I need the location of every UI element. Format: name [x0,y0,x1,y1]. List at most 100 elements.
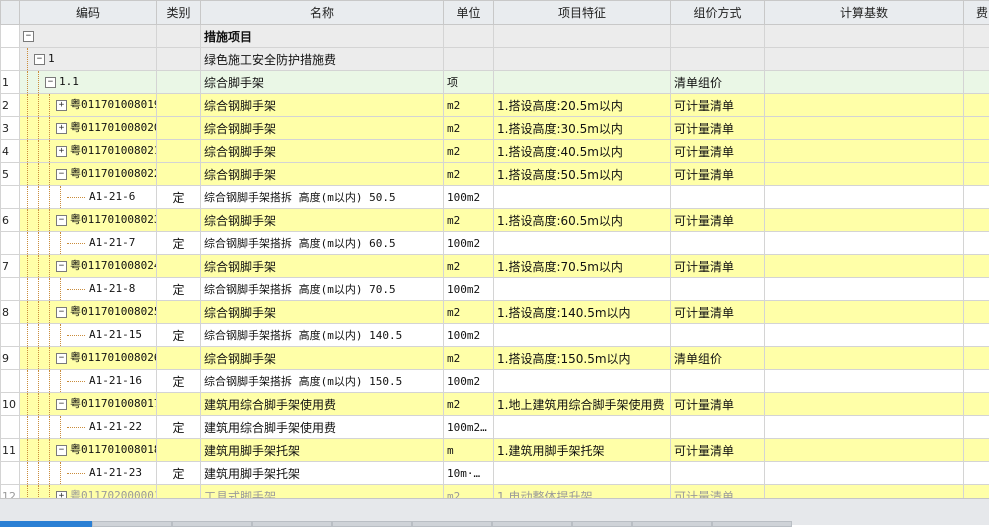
row-base[interactable] [765,370,964,393]
row-base[interactable] [765,163,964,186]
row-feature[interactable]: 1.搭设高度:70.5m以内 [494,255,671,278]
row-feature[interactable]: 1.搭设高度:140.5m以内 [494,301,671,324]
row-feature[interactable] [494,278,671,301]
row-feature[interactable] [494,370,671,393]
row-feature[interactable]: 1.地上建筑用综合脚手架使用费 [494,393,671,416]
row-unit[interactable]: 100m2 [444,232,494,255]
row-method[interactable]: 清单组价 [671,347,765,370]
row-fee[interactable] [964,25,989,48]
row-unit[interactable]: 项 [444,71,494,94]
row-unit[interactable]: 10m·… [444,462,494,485]
row-category[interactable]: 定 [157,416,201,439]
row-base[interactable] [765,393,964,416]
row-category[interactable] [157,393,201,416]
row-code[interactable]: −粤011701008023 [20,209,157,232]
row-fee[interactable] [964,439,989,462]
row-method[interactable]: 可计量清单 [671,163,765,186]
row-fee[interactable] [964,485,989,499]
bottom-tab[interactable] [572,521,632,527]
row-code[interactable]: A1-21-23 [20,462,157,485]
row-fee[interactable] [964,370,989,393]
table-row[interactable]: 8 −粤011701008025 综合钢脚手架 m2 1.搭设高度:140.5m… [1,301,989,324]
row-method[interactable]: 可计量清单 [671,94,765,117]
row-method[interactable] [671,370,765,393]
row-base[interactable] [765,462,964,485]
row-unit[interactable]: 100m2 [444,186,494,209]
table-row[interactable]: 9 −粤011701008026 综合钢脚手架 m2 1.搭设高度:150.5m… [1,347,989,370]
row-base[interactable] [765,48,964,71]
bottom-tab[interactable] [92,521,172,527]
row-name[interactable]: 综合钢脚手架 [201,140,444,163]
bottom-tab[interactable] [412,521,492,527]
row-name[interactable]: 工具式脚手架 [201,485,444,499]
row-method[interactable] [671,462,765,485]
row-method[interactable] [671,416,765,439]
row-unit[interactable] [444,48,494,71]
row-fee[interactable] [964,209,989,232]
row-code[interactable]: +粤011701008020 [20,117,157,140]
row-base[interactable] [765,140,964,163]
row-feature[interactable]: 1.搭设高度:40.5m以内 [494,140,671,163]
row-base[interactable] [765,278,964,301]
row-name[interactable]: 综合钢脚手架搭拆 高度(m以内) 60.5 [201,232,444,255]
collapse-icon[interactable]: − [56,399,67,410]
row-feature[interactable] [494,48,671,71]
row-feature[interactable] [494,462,671,485]
row-category[interactable] [157,163,201,186]
bill-grid[interactable]: 编码 类别 名称 单位 项目特征 组价方式 计算基数 费 − 措施项目 [0,0,989,498]
row-base[interactable] [765,71,964,94]
collapse-icon[interactable]: − [45,77,56,88]
expand-icon[interactable]: + [56,146,67,157]
row-name[interactable]: 综合脚手架 [201,71,444,94]
row-base[interactable] [765,439,964,462]
row-category[interactable] [157,94,201,117]
table-row[interactable]: 2 +粤011701008019 综合钢脚手架 m2 1.搭设高度:20.5m以… [1,94,989,117]
row-category[interactable] [157,140,201,163]
row-method[interactable]: 可计量清单 [671,255,765,278]
row-fee[interactable] [964,71,989,94]
col-header-method[interactable]: 组价方式 [671,1,765,25]
row-feature[interactable] [494,324,671,347]
row-base[interactable] [765,186,964,209]
row-category[interactable] [157,48,201,71]
row-code[interactable]: −粤011701008022 [20,163,157,186]
row-base[interactable] [765,25,964,48]
table-row[interactable]: A1-21-8 定 综合钢脚手架搭拆 高度(m以内) 70.5 100m2 [1,278,989,301]
collapse-icon[interactable]: − [56,353,67,364]
col-header-name[interactable]: 名称 [201,1,444,25]
table-row[interactable]: 11 −粤011701008018 建筑用脚手架托架 m 1.建筑用脚手架托架 … [1,439,989,462]
collapse-icon[interactable]: − [56,261,67,272]
row-method[interactable] [671,232,765,255]
row-unit[interactable]: 100m2 [444,324,494,347]
row-method[interactable]: 可计量清单 [671,439,765,462]
row-base[interactable] [765,416,964,439]
row-code[interactable]: A1-21-8 [20,278,157,301]
row-feature[interactable] [494,186,671,209]
bottom-tab[interactable] [632,521,712,527]
row-unit[interactable]: m2 [444,485,494,499]
row-unit[interactable]: m2 [444,209,494,232]
table-row[interactable]: 6 −粤011701008023 综合钢脚手架 m2 1.搭设高度:60.5m以… [1,209,989,232]
row-fee[interactable] [964,163,989,186]
row-unit[interactable] [444,25,494,48]
row-fee[interactable] [964,48,989,71]
row-base[interactable] [765,209,964,232]
row-unit[interactable]: m2 [444,117,494,140]
row-unit[interactable]: m [444,439,494,462]
row-name[interactable]: 绿色施工安全防护措施费 [201,48,444,71]
row-base[interactable] [765,94,964,117]
row-code[interactable]: −1.1 [20,71,157,94]
bottom-tab[interactable] [172,521,252,527]
bottom-tab[interactable] [332,521,412,527]
row-category[interactable]: 定 [157,324,201,347]
collapse-icon[interactable]: − [56,307,67,318]
row-name[interactable]: 综合钢脚手架搭拆 高度(m以内) 70.5 [201,278,444,301]
row-unit[interactable]: m2 [444,347,494,370]
row-code[interactable]: −粤011701008017 [20,393,157,416]
row-name[interactable]: 综合钢脚手架 [201,163,444,186]
row-fee[interactable] [964,232,989,255]
table-row[interactable]: 3 +粤011701008020 综合钢脚手架 m2 1.搭设高度:30.5m以… [1,117,989,140]
row-feature[interactable] [494,232,671,255]
row-base[interactable] [765,485,964,499]
row-name[interactable]: 综合钢脚手架 [201,94,444,117]
